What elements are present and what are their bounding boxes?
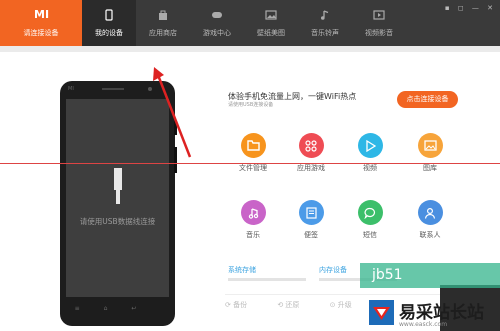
top-navigation-bar: MI 请连接设备 我的设备 应用商店 游戏中心 壁纸美图 音乐铃声 视频影音 ▪… [0,0,500,46]
app-music[interactable]: 音乐 [231,200,275,240]
tab-video[interactable]: 视频影音 [352,0,406,46]
tab-wallpaper[interactable]: 壁纸美图 [244,0,298,46]
image-icon [265,10,277,20]
annotation-arrow-icon [153,67,192,158]
bag-icon [159,10,167,20]
picture-icon [417,133,443,158]
note-icon [298,200,324,225]
grid-icon [298,133,324,158]
app-file-manager[interactable]: 文件管理 [231,133,275,173]
folder-icon [240,133,266,158]
nav-keys: ≡⌂↩ [74,305,161,312]
tab-app-store[interactable]: 应用商店 [136,0,190,46]
music-note-icon [240,200,266,225]
phone-brand: MI [68,86,74,92]
watermark-logo-icon [369,300,394,325]
system-storage-bar [228,278,306,281]
system-storage-label: 系统存储 [228,266,256,274]
mi-logo: MI [34,8,50,21]
watermark-jb51: jb51 [360,263,500,288]
gamepad-icon [212,12,222,18]
annotation-line [0,163,500,164]
backup-button[interactable]: ⟳ 备份 [225,301,261,309]
watermark-text: 易采站长站 [399,303,484,323]
tab-music[interactable]: 音乐铃声 [298,0,352,46]
chat-icon [357,200,383,225]
upgrade-button[interactable]: ⊙ 升级 [330,301,366,309]
promo-subtitle: 请使用USB连接设备 [228,102,274,108]
app-contacts[interactable]: 联系人 [408,200,452,240]
app-apps-games[interactable]: 应用游戏 [289,133,333,173]
internal-storage-label: 内存设备 [319,266,347,274]
tab-game-center[interactable]: 游戏中心 [190,0,244,46]
app-video[interactable]: 视频 [348,133,392,173]
bottom-actions: ⟳ 备份 ⟲ 还原 ⊙ 升级 [225,300,380,310]
music-icon [321,10,329,20]
app-notes[interactable]: 便签 [289,200,333,240]
watermark-url: www.easck.com [399,321,448,328]
video-icon [373,10,385,20]
connect-device-button[interactable]: 点击连接设备 [397,91,458,108]
window-controls[interactable]: ▪ ◻ — ✕ [445,4,496,12]
usb-hint: 请使用USB数据线连接 [79,217,156,226]
sub-bar [0,46,500,52]
speaker-slot [102,88,124,90]
play-icon [357,133,383,158]
connect-device-label: 请连接设备 [23,29,59,37]
app-gallery[interactable]: 图库 [408,133,452,173]
tab-my-device[interactable]: 我的设备 [82,0,136,46]
app-sms[interactable]: 短信 [348,200,392,240]
restore-button[interactable]: ⟲ 还原 [277,301,313,309]
usb-cable-icon [114,168,122,204]
person-icon [417,200,443,225]
connect-device-tab[interactable]: MI 请连接设备 [0,0,82,46]
phone-icon [105,9,113,21]
